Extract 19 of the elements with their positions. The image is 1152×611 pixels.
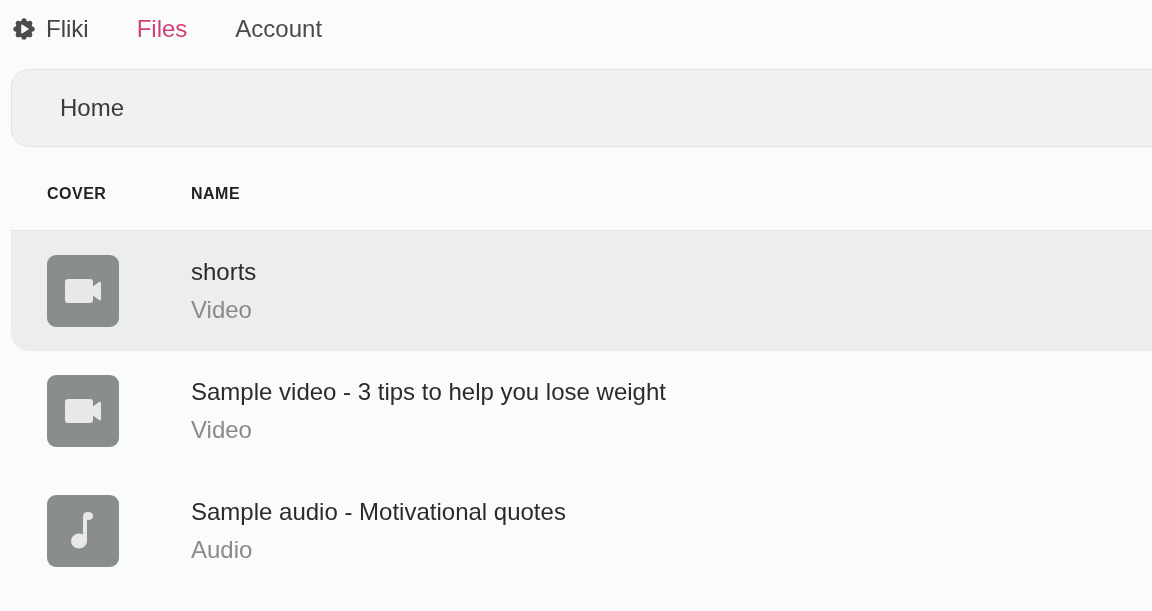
file-row[interactable]: Sample audio - Motivational quotes Audio — [11, 471, 1152, 591]
nav-tab[interactable]: Files — [136, 15, 188, 43]
file-name: Sample video - 3 tips to help you lose weight — [191, 377, 666, 407]
file-name: shorts — [191, 257, 257, 287]
breadcrumb-link[interactable]: Home — [60, 94, 125, 122]
brand-link[interactable]: Fliki — [13, 15, 89, 43]
file-row[interactable]: shorts Video — [11, 231, 1152, 351]
video-camera-icon — [47, 255, 119, 327]
column-header: COVER — [47, 184, 108, 203]
logo-icon — [13, 18, 35, 40]
file-type: Video — [191, 415, 253, 445]
file-type: Audio — [191, 535, 254, 565]
music-note-icon — [47, 495, 119, 567]
column-header: NAME — [191, 184, 241, 203]
file-name: Sample audio - Motivational quotes — [191, 497, 566, 527]
file-row[interactable]: Sample video - 3 tips to help you lose weight Video — [11, 351, 1152, 471]
video-camera-icon — [47, 375, 119, 447]
nav-tab[interactable]: Account — [235, 15, 323, 43]
file-type: Video — [191, 295, 253, 325]
